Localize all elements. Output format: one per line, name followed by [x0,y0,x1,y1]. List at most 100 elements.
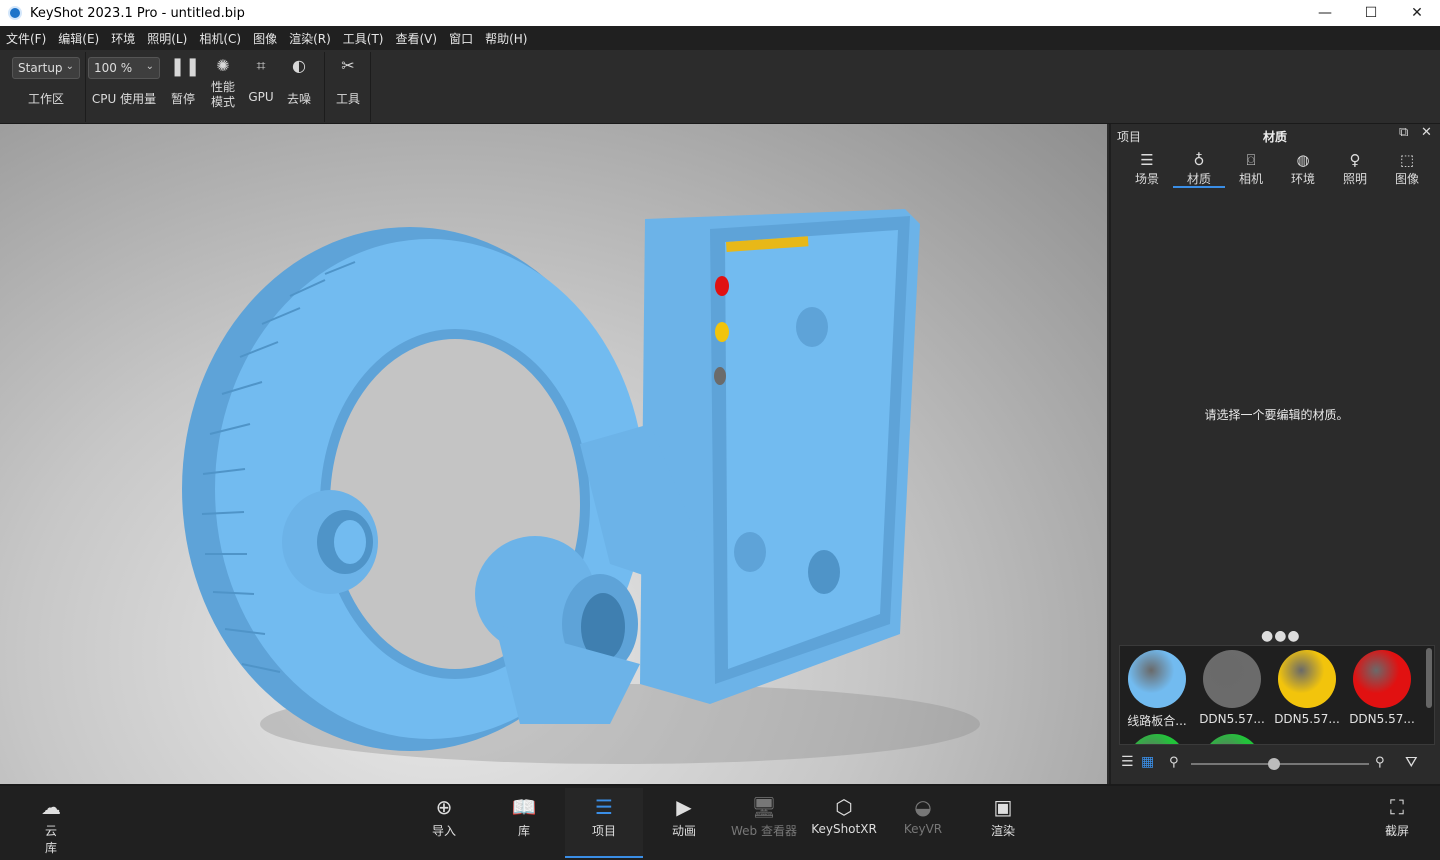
animation-button[interactable]: ▶ 动画 [645,788,723,858]
tools-icon[interactable]: ✂ [335,56,361,75]
maximize-button[interactable]: ☐ [1348,0,1394,26]
zoom-out-icon[interactable]: ⚲ [1169,755,1179,770]
tab-environment-label: 环境 [1290,172,1315,186]
globe-icon: ◍ [1296,151,1310,169]
materials-panel: 项目 材质 ⧉ ✕ ☰ 场景 ♁ 材质 ⌼ 相机 ◍ 环境 ♀ 照明 ⬚ 图像 … [1109,124,1440,784]
render-label: 渲染 [990,824,1015,838]
swatch-ball [1128,650,1186,708]
keyvr-label: KeyVR [903,822,943,836]
keyshotxr-label: KeyShotXR [811,822,877,836]
thumbnail-size-slider[interactable] [1191,758,1369,770]
keyvr-button[interactable]: ◒ KeyVR [884,788,962,858]
tab-material[interactable]: ♁ 材质 [1173,150,1225,188]
close-panel-icon[interactable]: ✕ [1421,125,1432,140]
material-swatch[interactable]: DDN5.57... [1272,646,1342,726]
screenshot-button[interactable]: ⛶ 截屏 [1358,788,1436,858]
camera-icon: ⌼ [1246,151,1256,169]
denoise-icon[interactable]: ◐ [286,56,312,75]
swatch-name: DDN5.57... [1349,712,1415,726]
tab-scene[interactable]: ☰ 场景 [1121,150,1173,188]
menu-file[interactable]: 文件(F) [0,30,52,47]
tab-image[interactable]: ⬚ 图像 [1381,150,1433,188]
menu-lighting[interactable]: 照明(L) [141,30,193,47]
performance-mode-label[interactable]: 性能 模式 [206,80,240,110]
workspace-value: Startup [18,61,63,75]
library-button[interactable]: 📖 库 [485,788,563,858]
menu-environment[interactable]: 环境 [105,30,141,47]
menu-view[interactable]: 查看(V) [389,30,443,47]
menu-tools[interactable]: 工具(T) [337,30,390,47]
material-swatch[interactable] [1197,730,1267,744]
close-window-button[interactable]: ✕ [1394,0,1440,26]
image-frame-icon: ⬚ [1399,151,1415,169]
cloud-label-2: 库 [44,841,57,855]
cloud-icon: ☁ [41,795,61,819]
bottom-ribbon: ☁ 云 库 ⊕ 导入 📖 库 ☰ 项目 ▶ 动画 🖥 Web 查看器 ⬡ Key… [0,784,1440,860]
workspace-label: 工作区 [27,92,64,106]
tab-camera[interactable]: ⌼ 相机 [1225,150,1277,188]
web-viewer-button[interactable]: 🖥 Web 查看器 [724,788,804,858]
material-swatch-list[interactable]: 线路板合... DDN5.57... DDN5.57... DDN5.57... [1119,645,1435,745]
menu-image[interactable]: 图像 [247,30,283,47]
play-circle-icon: ▶ [676,795,692,819]
project-button[interactable]: ☰ 项目 [565,788,643,858]
tab-scene-label: 场景 [1134,172,1159,186]
web-viewer-label: Web 查看器 [731,824,797,838]
denoise-label[interactable]: 去噪 [282,90,316,107]
library-label: 库 [517,824,530,838]
import-button[interactable]: ⊕ 导入 [405,788,483,858]
tab-material-label: 材质 [1186,172,1211,186]
menu-help[interactable]: 帮助(H) [479,30,533,47]
cube-icon: ⬡ [835,795,853,819]
more-options-icon[interactable]: ●●● [1261,628,1301,644]
vr-headset-icon: ◒ [914,795,932,819]
performance-mode-icon[interactable]: ✺ [210,56,236,75]
material-swatch[interactable] [1122,730,1192,744]
material-swatch[interactable]: DDN5.57... [1347,646,1417,726]
workspace-dropdown[interactable]: Startup ⌄ [12,57,80,79]
tools-label[interactable]: 工具 [331,90,365,107]
project-label: 项目 [591,824,616,838]
zoom-in-icon[interactable]: ⚲ [1375,755,1385,770]
tab-lighting[interactable]: ♀ 照明 [1329,150,1381,188]
menu-render[interactable]: 渲染(R) [283,30,337,47]
material-swatch[interactable]: DDN5.57... [1197,646,1267,726]
render-viewport[interactable] [0,124,1107,784]
keyshotxr-button[interactable]: ⬡ KeyShotXR [804,788,884,858]
swatch-ball [1203,734,1261,744]
slider-knob[interactable] [1267,758,1280,770]
keyshot-logo-icon [8,6,22,20]
gpu-label[interactable]: GPU [244,90,278,104]
list-view-icon[interactable]: ☰ [1121,754,1134,770]
tab-environment[interactable]: ◍ 环境 [1277,150,1329,188]
import-label: 导入 [431,824,456,838]
menu-edit[interactable]: 编辑(E) [52,30,105,47]
undock-panel-icon[interactable]: ⧉ [1399,125,1408,140]
filter-icon[interactable]: ⛛ [1405,753,1418,771]
cloud-library-button[interactable]: ☁ 云 库 [12,788,90,858]
menu-camera[interactable]: 相机(C) [193,30,247,47]
render-button[interactable]: ▣ 渲染 [964,788,1042,858]
swatch-name: DDN5.57... [1199,712,1265,726]
render-icon: ▣ [993,795,1013,819]
cpu-usage-label: CPU 使用量 [91,92,157,106]
title-bar: KeyShot 2023.1 Pro - untitled.bip — ☐ ✕ [0,0,1440,26]
pause-icon[interactable]: ❚❚ [170,56,200,77]
gpu-chip-icon[interactable]: ⌗ [248,56,274,76]
grid-view-icon[interactable]: ▦ [1141,754,1154,770]
pause-label[interactable]: 暂停 [166,90,200,107]
menu-window[interactable]: 窗口 [443,30,479,47]
swatch-scrollbar[interactable] [1426,648,1432,708]
panel-project-label: 项目 [1117,130,1142,144]
swatch-ball [1353,650,1411,708]
swatch-ball [1203,650,1261,708]
cpu-usage-dropdown[interactable]: 100 % ⌄ [88,57,160,79]
render-model-image [182,209,980,764]
tab-lighting-label: 照明 [1342,172,1367,186]
empty-material-message: 请选择一个要编辑的材质。 [1204,408,1349,422]
tab-camera-label: 相机 [1238,172,1263,186]
cloud-label-1: 云 [44,824,57,838]
material-swatch[interactable]: 线路板合... [1122,646,1192,729]
minimize-button[interactable]: — [1302,0,1348,26]
bulb-icon: ♀ [1349,151,1361,169]
